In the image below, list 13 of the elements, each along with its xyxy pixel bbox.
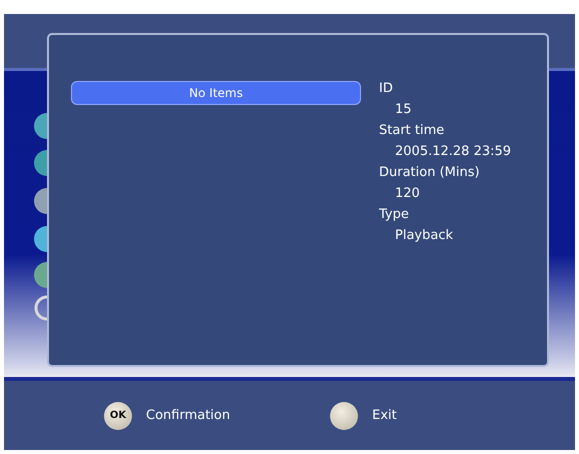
field-value: 120 bbox=[394, 186, 421, 201]
field-label: Duration (Mins) bbox=[379, 165, 481, 180]
hint-label: Exit bbox=[372, 408, 397, 423]
field-value: Playback bbox=[394, 228, 454, 243]
list-item[interactable]: No Items bbox=[71, 81, 361, 105]
field-value: 2005.12.28 23:59 bbox=[394, 144, 512, 159]
field-label: Start time bbox=[379, 123, 446, 138]
field-label: Type bbox=[379, 207, 410, 222]
field-label: ID bbox=[379, 81, 394, 96]
exit-button[interactable] bbox=[330, 402, 358, 430]
field-value: 15 bbox=[394, 102, 413, 117]
hint-label: Confirmation bbox=[146, 408, 230, 423]
ok-button[interactable]: OK bbox=[104, 402, 132, 430]
